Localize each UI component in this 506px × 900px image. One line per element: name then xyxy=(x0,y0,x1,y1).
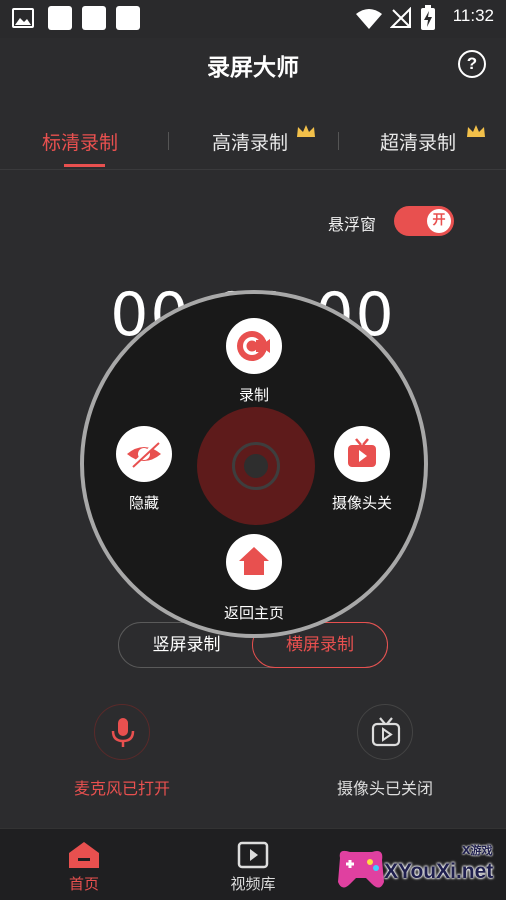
overlay-hide-button[interactable] xyxy=(116,426,172,482)
camera-status: 摄像头已关闭 xyxy=(336,779,433,798)
home-icon xyxy=(239,547,269,575)
microphone-status: 麦克风已打开 xyxy=(73,779,170,798)
app-title: 录屏大师 xyxy=(207,55,299,81)
microphone-icon xyxy=(111,718,135,747)
clock: 11:32 xyxy=(452,6,494,25)
overlay-camera-label: 摄像头关 xyxy=(331,494,392,512)
nav-home-label: 首页 xyxy=(68,875,99,893)
float-window-toggle[interactable]: 开 xyxy=(394,206,454,236)
overlay-record-label: 录制 xyxy=(238,386,269,404)
nav-home[interactable]: 首页 xyxy=(24,829,144,900)
battery-charging-icon xyxy=(421,5,435,30)
overlay-record-button[interactable] xyxy=(226,318,282,374)
crown-icon xyxy=(467,125,485,137)
tab-underline xyxy=(64,164,105,167)
watermark: XYouXi.net X游戏 xyxy=(334,842,504,894)
toggle-knob: 开 xyxy=(427,209,451,233)
watermark-small: X游戏 xyxy=(462,844,493,857)
home-icon xyxy=(69,842,99,868)
nav-video-library[interactable]: 视频库 xyxy=(193,829,313,900)
record-dot-icon xyxy=(232,442,280,490)
crown-icon xyxy=(297,125,315,137)
record-camera-icon xyxy=(237,331,270,361)
notification-icon xyxy=(116,6,140,30)
floating-menu: 录制 隐藏 摄像头关 返回主页 xyxy=(80,290,428,638)
notification-icon xyxy=(48,6,72,30)
tv-play-icon xyxy=(371,717,401,747)
overlay-home-button[interactable] xyxy=(226,534,282,590)
overlay-hide-label: 隐藏 xyxy=(128,494,159,512)
microphone-button[interactable] xyxy=(94,704,150,760)
tab-standard[interactable]: 标清录制 xyxy=(42,128,118,155)
help-icon[interactable]: ? xyxy=(458,50,486,78)
overlay-home-label: 返回主页 xyxy=(223,604,284,622)
float-window-label: 悬浮窗 xyxy=(328,215,377,234)
gamepad-logo-icon xyxy=(338,850,384,888)
video-library-icon xyxy=(237,841,269,869)
nav-video-library-label: 视频库 xyxy=(230,875,276,893)
camera-button[interactable] xyxy=(357,704,413,760)
record-center-button[interactable] xyxy=(197,407,315,525)
tab-hd[interactable]: 高清录制 xyxy=(212,128,288,155)
image-notification-icon xyxy=(12,8,34,28)
notification-icon xyxy=(82,6,106,30)
quality-tabs: 标清录制 高清录制 超清录制 xyxy=(0,112,506,170)
overlay-camera-button[interactable] xyxy=(334,426,390,482)
divider xyxy=(168,132,169,150)
tab-uhd[interactable]: 超清录制 xyxy=(380,128,456,155)
app-bar: 录屏大师 ? xyxy=(0,38,506,94)
eye-off-icon xyxy=(127,440,161,468)
status-bar: 11:32 xyxy=(0,0,506,38)
divider xyxy=(338,132,339,150)
no-signal-icon xyxy=(390,7,411,28)
wifi-icon xyxy=(356,9,382,29)
watermark-text: XYouXi.net xyxy=(384,860,494,883)
tv-play-icon xyxy=(348,438,376,467)
